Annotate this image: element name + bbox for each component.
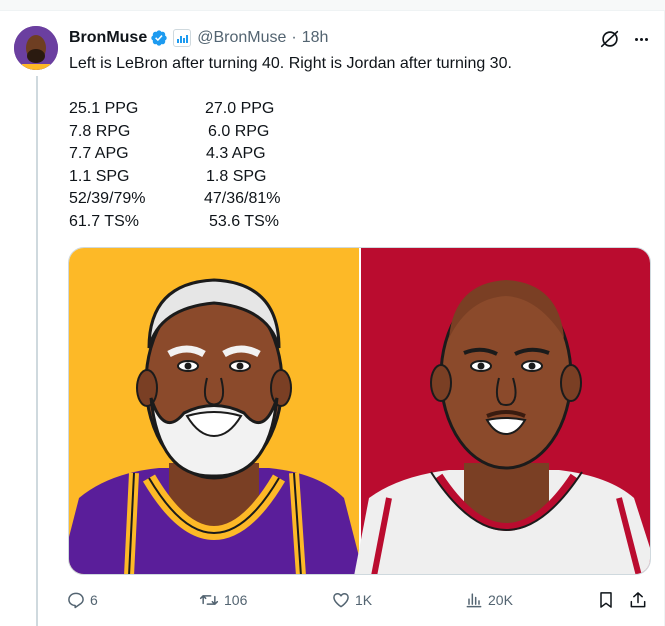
separator: · <box>291 29 297 46</box>
affiliate-badge-icon[interactable] <box>173 29 192 47</box>
bookmark-button[interactable] <box>596 588 616 612</box>
stat-row: 1.1 SPG 1.8 SPG <box>69 166 369 189</box>
jordan-stat: 53.6 TS% <box>209 212 279 230</box>
stat-row: 61.7 TS% 53.6 TS% <box>69 211 369 234</box>
stat-row: 52/39/79% 47/36/81% <box>69 188 369 211</box>
verified-badge-icon <box>150 29 168 47</box>
reply-icon <box>68 592 84 609</box>
jordan-stat: 4.3 APG <box>206 145 266 162</box>
jordan-stat: 27.0 PPG <box>205 100 275 117</box>
lebron-stat: 61.7 TS% <box>69 212 139 230</box>
jordan-stat: 6.0 RPG <box>208 122 270 140</box>
media-image[interactable] <box>68 247 651 575</box>
more-icon[interactable] <box>630 28 652 50</box>
repost-button[interactable]: 106 <box>198 588 247 612</box>
repost-icon <box>199 595 219 605</box>
tweet-text: Left is LeBron after turning 40. Right i… <box>69 55 512 72</box>
stat-row: 7.7 APG 4.3 APG <box>69 143 369 166</box>
view-count: 20K <box>488 592 513 608</box>
thread-line <box>36 76 38 626</box>
share-button[interactable] <box>628 588 648 612</box>
share-icon <box>630 592 646 608</box>
like-icon <box>333 593 349 608</box>
stat-row: 25.1 PPG 27.0 PPG <box>69 98 369 121</box>
like-count: 1K <box>355 592 373 608</box>
timestamp[interactable]: 18h <box>302 29 329 47</box>
action-bar: 6 106 1K 20K <box>66 588 656 612</box>
like-button[interactable]: 1K <box>331 588 372 612</box>
lebron-stat: 7.7 APG <box>69 145 129 162</box>
reply-count: 6 <box>90 592 98 608</box>
views-button[interactable]: 20K <box>464 588 513 612</box>
reply-button[interactable]: 6 <box>66 588 98 612</box>
bookmark-icon <box>600 592 612 608</box>
lebron-stat: 25.1 PPG <box>69 100 139 117</box>
views-icon <box>466 593 482 608</box>
top-divider <box>0 0 665 11</box>
tweet-header: BronMuse @BronMuse · 18h <box>69 27 328 49</box>
repost-count: 106 <box>224 592 248 608</box>
avatar[interactable] <box>14 26 58 70</box>
author-handle[interactable]: @BronMuse <box>197 29 286 47</box>
lebron-stat: 1.1 SPG <box>69 167 130 185</box>
jordan-stat: 1.8 SPG <box>206 167 267 185</box>
lebron-stat: 7.8 RPG <box>69 122 131 140</box>
stats-block: 25.1 PPG 27.0 PPG 7.8 RPG 6.0 RPG 7.7 APG 4… <box>69 98 369 233</box>
author-name[interactable]: BronMuse <box>69 29 147 47</box>
stat-row: 7.8 RPG 6.0 RPG <box>69 121 369 144</box>
lebron-stat: 52/39/79% <box>69 190 146 207</box>
jordan-stat: 47/36/81% <box>204 190 281 207</box>
grok-icon[interactable] <box>599 28 621 50</box>
